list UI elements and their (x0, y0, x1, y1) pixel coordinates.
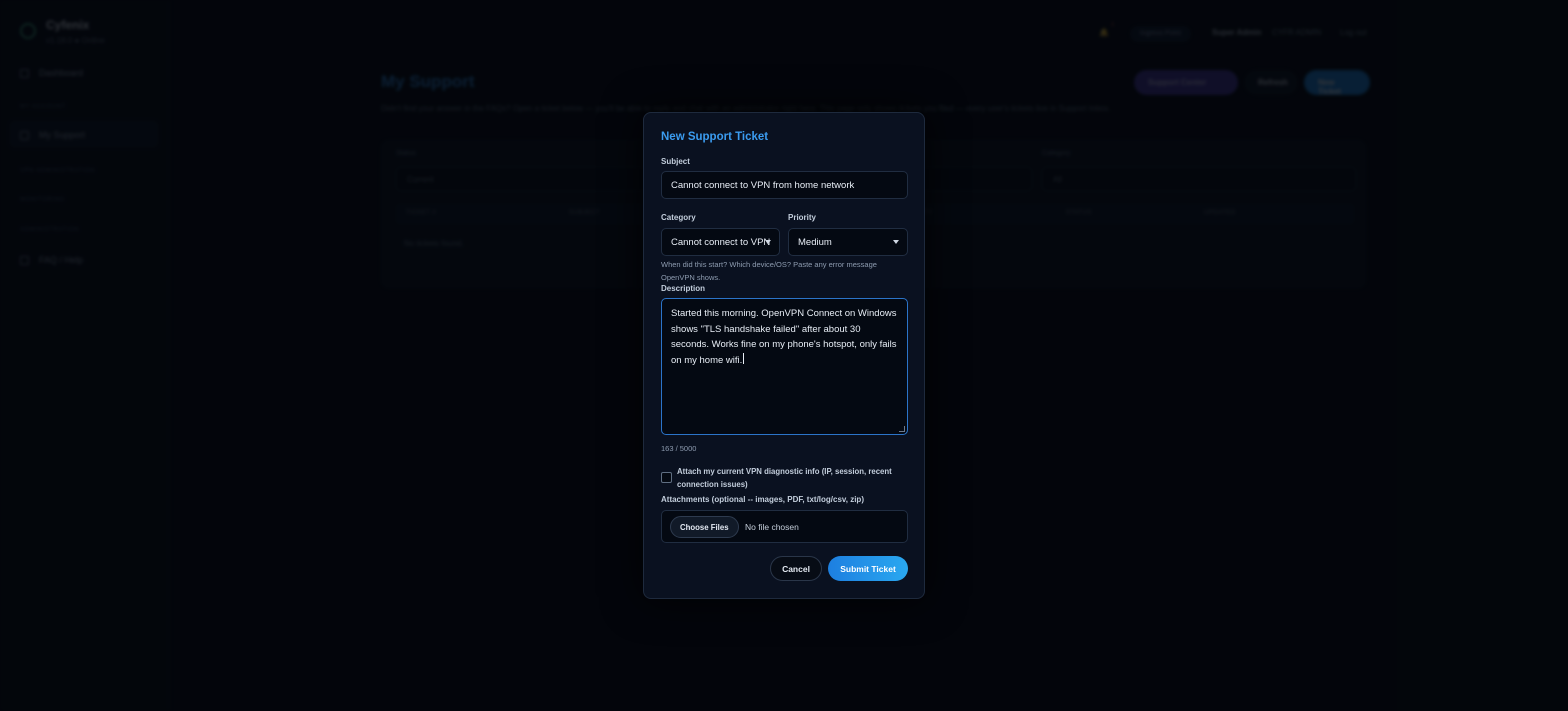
cancel-button[interactable]: Cancel (770, 556, 822, 581)
priority-select[interactable]: Medium (788, 228, 908, 256)
priority-select-value: Medium (798, 236, 832, 248)
attachments-file-input[interactable]: Choose Files No file chosen (661, 510, 908, 543)
attachments-label: Attachments (optional -- images, PDF, tx… (661, 495, 864, 504)
character-count: 163 / 5000 (661, 444, 697, 453)
new-ticket-modal: New Support Ticket Subject Cannot connec… (643, 112, 925, 599)
subject-label: Subject (661, 157, 690, 166)
chevron-down-icon (765, 240, 771, 244)
category-select[interactable]: Cannot connect to VPN (661, 228, 780, 256)
priority-label: Priority (788, 213, 817, 222)
resize-handle[interactable] (899, 426, 905, 432)
choose-files-button[interactable]: Choose Files (670, 516, 739, 538)
description-text: Started this morning. OpenVPN Connect on… (671, 308, 897, 366)
description-label: Description (661, 284, 706, 293)
description-hint: When did this start? Which device/OS? Pa… (661, 260, 877, 282)
category-label: Category (661, 213, 696, 222)
description-textarea[interactable]: Started this morning. OpenVPN Connect on… (661, 298, 908, 435)
chevron-down-icon (893, 240, 899, 244)
attach-diagnostics-checkbox[interactable] (661, 472, 672, 483)
subject-input[interactable]: Cannot connect to VPN from home network (661, 171, 908, 199)
submit-ticket-button[interactable]: Submit Ticket (828, 556, 908, 581)
file-status: No file chosen (745, 522, 799, 532)
text-cursor (743, 352, 745, 364)
attach-diagnostics-label[interactable]: Attach my current VPN diagnostic info (I… (677, 465, 905, 491)
modal-title: New Support Ticket (661, 131, 769, 143)
category-select-value: Cannot connect to VPN (671, 236, 771, 248)
